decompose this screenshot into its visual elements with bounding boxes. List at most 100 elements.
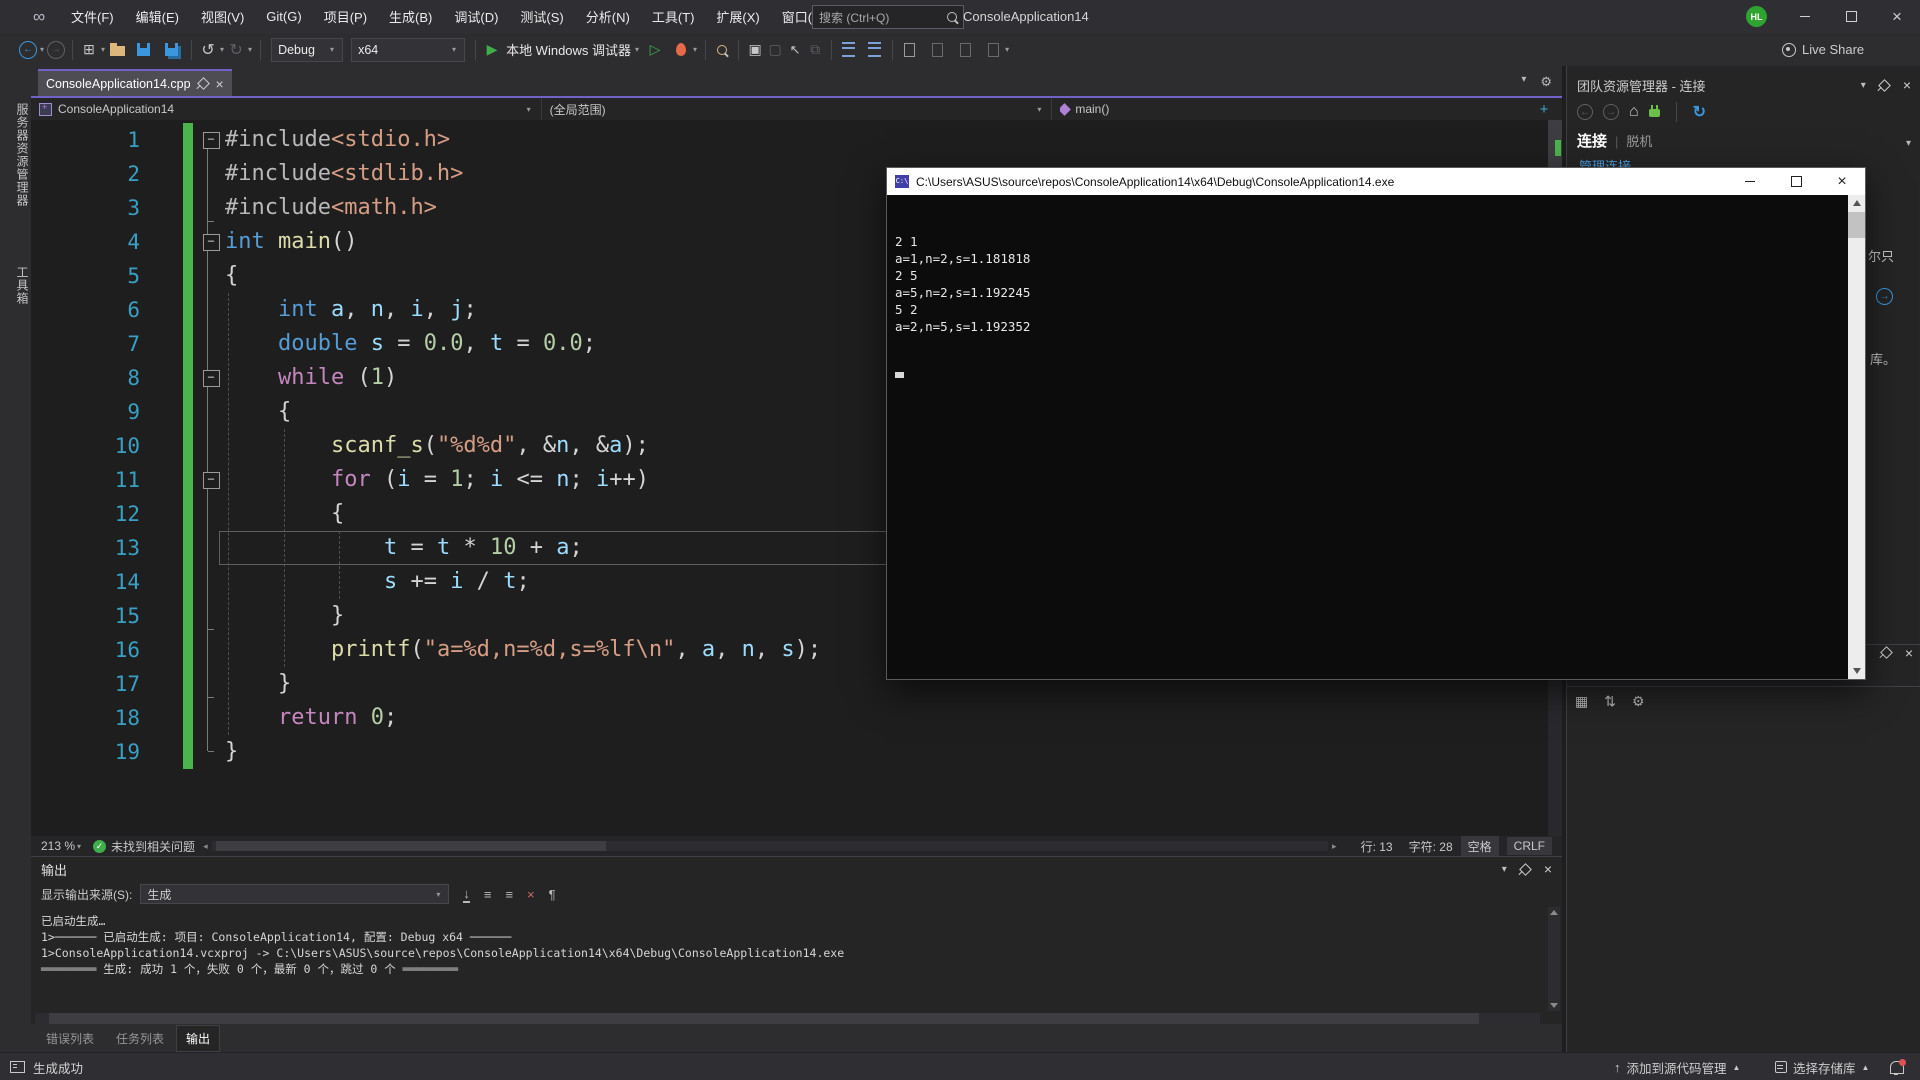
te-back-icon[interactable]: ←	[1577, 104, 1593, 120]
scroll-right-icon[interactable]: ▸	[1332, 841, 1337, 852]
sidebar-item-toolbox[interactable]: 工具箱	[0, 252, 31, 318]
hot-reload-icon[interactable]	[671, 38, 691, 62]
next-message-icon[interactable]: ≡	[505, 887, 513, 902]
properties-categorized-icon[interactable]: ▦	[1575, 693, 1588, 710]
menu-item-7[interactable]: 测试(S)	[509, 0, 574, 33]
jump-to-bottom-icon[interactable]: ↓	[463, 886, 470, 903]
breadcrumb-symbol-dropdown[interactable]: main() +	[1052, 98, 1562, 120]
add-to-source-control-button[interactable]: ↑ 添加到源代码管理 ▲	[1614, 1058, 1740, 1077]
pin-icon[interactable]	[1877, 78, 1891, 92]
pin-icon[interactable]	[1518, 862, 1532, 876]
debugger-chevron-icon[interactable]: ▾	[635, 45, 639, 54]
editor-horizontal-scrollbar[interactable]: ◂ ▸	[203, 836, 1337, 856]
indent-decrease-icon[interactable]	[838, 38, 858, 62]
redo-icon[interactable]: ↻	[226, 38, 246, 62]
console-minimize-button[interactable]	[1727, 168, 1773, 195]
scroll-left-icon[interactable]: ◂	[203, 841, 208, 852]
word-wrap-icon[interactable]: ¶	[549, 887, 556, 902]
properties-pages-icon[interactable]: ⚙	[1632, 693, 1645, 710]
close-button[interactable]	[1874, 0, 1920, 33]
console-maximize-button[interactable]	[1773, 168, 1819, 195]
save-icon[interactable]	[133, 38, 153, 62]
indentation-mode[interactable]: 空格	[1460, 835, 1499, 857]
undo-chevron-icon[interactable]: ▾	[220, 45, 224, 54]
console-scrollbar[interactable]	[1848, 195, 1865, 679]
select-repository-button[interactable]: 选择存储库 ▲	[1775, 1058, 1869, 1077]
te-home-icon[interactable]: ⌂	[1629, 103, 1639, 121]
clear-output-icon[interactable]: ×	[527, 887, 535, 902]
find-in-files-icon[interactable]	[712, 38, 732, 62]
fold-collapse-icon[interactable]: −	[198, 463, 224, 497]
properties-alphabetical-icon[interactable]: ⇅	[1604, 693, 1616, 710]
search-input[interactable]: 搜索 (Ctrl+Q)	[812, 5, 964, 29]
menu-item-2[interactable]: 视图(V)	[190, 0, 255, 33]
user-avatar[interactable]: HL	[1746, 6, 1767, 27]
te-tab-connect[interactable]: 连接	[1577, 130, 1607, 151]
te-tab-offline[interactable]: 脱机	[1626, 131, 1652, 150]
restore-button[interactable]	[1828, 0, 1874, 33]
breakpoint-window-icon[interactable]: ▣	[745, 38, 765, 62]
search-icon[interactable]	[947, 12, 957, 22]
output-horizontal-scrollbar[interactable]	[35, 1013, 1540, 1024]
te-tabs-chevron-icon[interactable]: ▾	[1906, 138, 1911, 149]
show-diagnostics-icon[interactable]: ▢	[765, 38, 785, 62]
start-debugging-icon[interactable]: ▶	[482, 38, 502, 62]
navigate-forward-icon[interactable]: →	[46, 38, 66, 62]
zoom-chevron-icon[interactable]: ▾	[77, 842, 81, 851]
issues-status[interactable]: 未找到相关问题	[111, 838, 195, 855]
bottom-tab-1[interactable]: 任务列表	[107, 1026, 173, 1051]
menu-item-8[interactable]: 分析(N)	[575, 0, 641, 33]
output-log[interactable]: 已启动生成… 1>────── 已启动生成: 项目: ConsoleApplica…	[31, 909, 1541, 1009]
new-project-icon[interactable]: ⊞	[79, 38, 99, 62]
bottom-tab-0[interactable]: 错误列表	[37, 1026, 103, 1051]
navigate-back-chevron-icon[interactable]: ▾	[40, 45, 44, 54]
close-icon[interactable]: ×	[1544, 862, 1552, 876]
open-folder-icon[interactable]	[107, 38, 127, 62]
console-window[interactable]: C:\ C:\Users\ASUS\source\repos\ConsoleAp…	[886, 167, 1866, 680]
scrollbar-thumb[interactable]	[215, 841, 606, 851]
menu-item-10[interactable]: 扩展(X)	[705, 0, 770, 33]
bookmark-previous-icon[interactable]	[927, 38, 947, 62]
configuration-dropdown[interactable]: Debug ▾	[271, 37, 344, 62]
scroll-down-icon[interactable]	[1853, 668, 1861, 674]
scroll-down-icon[interactable]	[1550, 1003, 1558, 1008]
document-tab[interactable]: ConsoleApplication14.cpp ×	[38, 69, 232, 96]
indent-increase-icon[interactable]	[864, 38, 884, 62]
live-share-button[interactable]: Live Share	[1782, 33, 1864, 66]
breadcrumb-scope-dropdown[interactable]: (全局范围) ▾	[542, 98, 1053, 120]
bookmark-next-icon[interactable]	[955, 38, 975, 62]
pin-icon[interactable]	[196, 77, 210, 90]
toolbar-overflow-icon[interactable]: ▾	[1005, 45, 1009, 54]
redo-chevron-icon[interactable]: ▾	[248, 45, 252, 54]
navigate-back-icon[interactable]: ←	[18, 38, 38, 62]
close-icon[interactable]: ×	[216, 77, 224, 91]
menu-item-0[interactable]: 文件(F)	[60, 0, 125, 33]
breadcrumb-project-dropdown[interactable]: ConsoleApplication14▾	[31, 98, 542, 120]
console-output[interactable]: 2 1 a=1,n=2,s=1.181818 2 5 a=5,n=2,s=1.1922…	[887, 195, 1848, 679]
fold-collapse-icon[interactable]: −	[198, 225, 224, 259]
menu-item-3[interactable]: Git(G)	[255, 0, 312, 33]
editor-settings-gear-icon[interactable]: ⚙	[1540, 74, 1552, 90]
menu-item-9[interactable]: 工具(T)	[641, 0, 706, 33]
minimize-button[interactable]	[1782, 0, 1828, 33]
te-connect-plug-icon[interactable]	[1648, 105, 1660, 117]
panel-chevron-icon[interactable]: ▾	[1861, 80, 1866, 91]
tab-list-chevron-icon[interactable]: ▾	[1521, 74, 1526, 90]
menu-item-5[interactable]: 生成(B)	[378, 0, 443, 33]
te-forward-icon[interactable]: →	[1603, 104, 1619, 120]
output-source-dropdown[interactable]: 生成 ▾	[140, 884, 450, 904]
panel-chevron-icon[interactable]: ▾	[1502, 864, 1507, 875]
console-title-bar[interactable]: C:\ C:\Users\ASUS\source\repos\ConsoleAp…	[887, 168, 1865, 195]
undo-icon[interactable]: ↺	[198, 38, 218, 62]
menu-item-6[interactable]: 调试(D)	[443, 0, 509, 33]
start-without-debugging-icon[interactable]: ▷	[645, 38, 665, 62]
zoom-dropdown[interactable]: 213 %	[41, 839, 75, 853]
fold-collapse-icon[interactable]: −	[198, 361, 224, 395]
cursor-select-icon[interactable]: ↖	[785, 38, 805, 62]
scroll-up-icon[interactable]	[1550, 910, 1558, 915]
previous-message-icon[interactable]: ≡	[484, 887, 492, 902]
save-all-icon[interactable]	[161, 38, 181, 62]
te-refresh-icon[interactable]: ↻	[1693, 102, 1706, 122]
line-ending-mode[interactable]: CRLF	[1506, 837, 1552, 855]
split-add-icon[interactable]: +	[1534, 101, 1554, 118]
